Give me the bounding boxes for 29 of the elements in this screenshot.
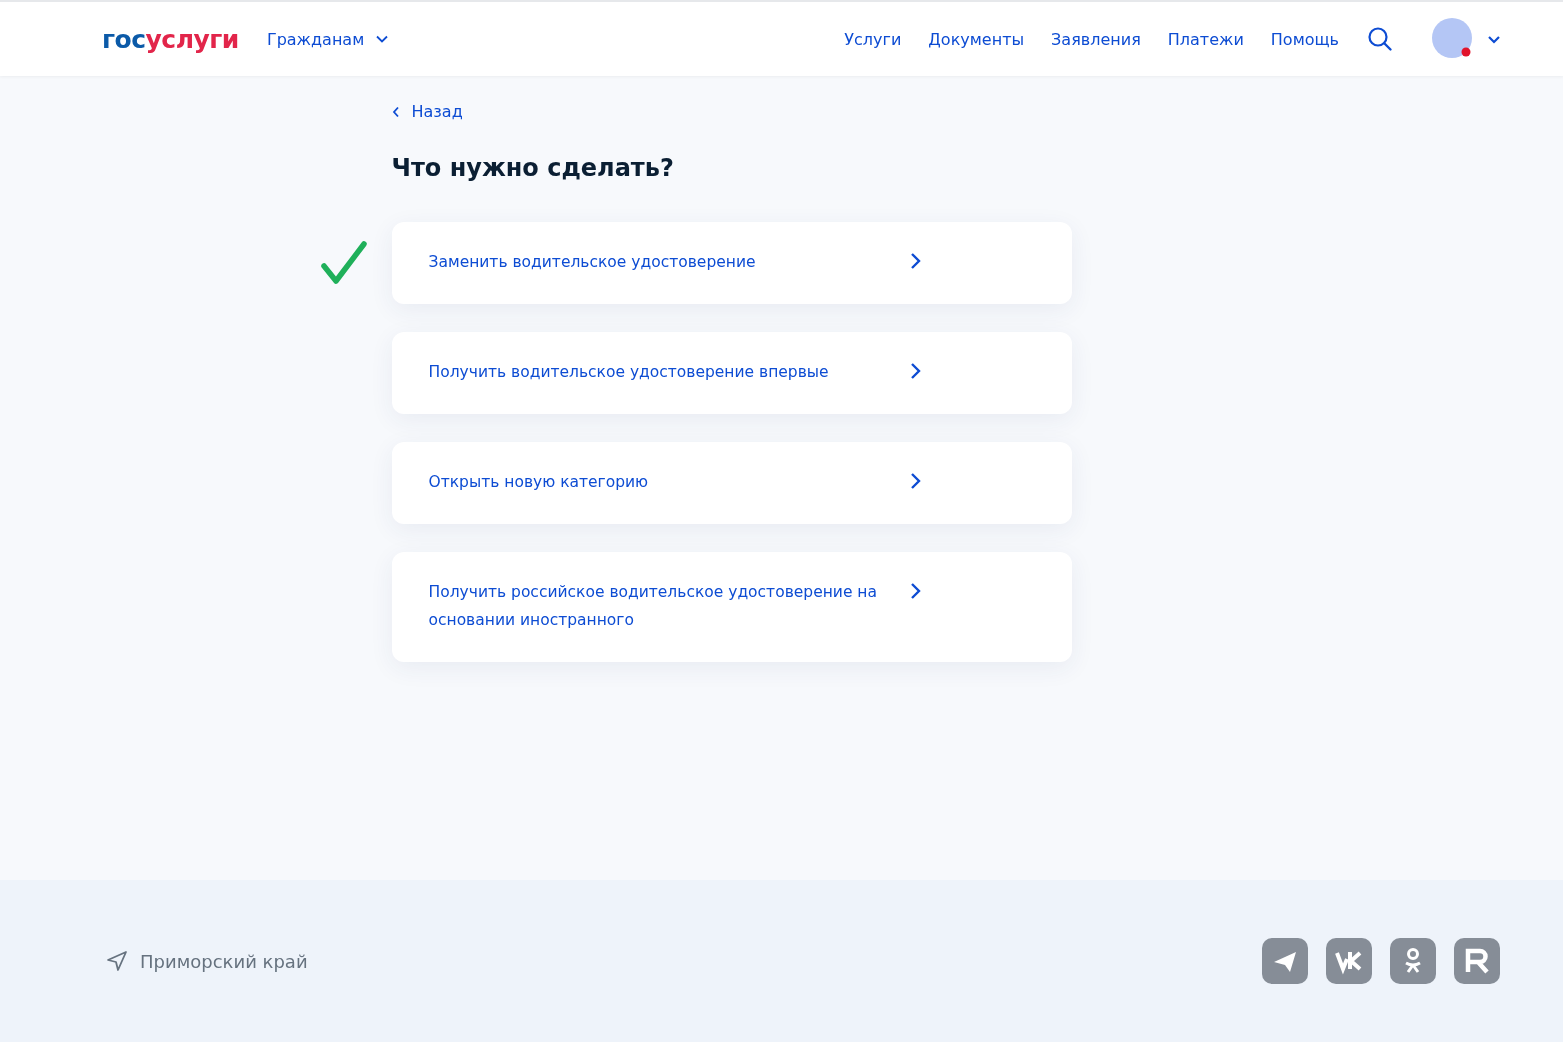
back-link[interactable]: Назад bbox=[391, 102, 463, 121]
avatar[interactable] bbox=[1431, 17, 1475, 61]
vk-icon[interactable] bbox=[1326, 938, 1372, 984]
back-label: Назад bbox=[411, 102, 463, 121]
option-card[interactable]: Открыть новую категорию bbox=[391, 441, 1072, 524]
chevron-left-icon bbox=[391, 105, 400, 118]
region-link[interactable]: Приморский край bbox=[140, 950, 308, 972]
option-card[interactable]: Получить российское водительское удостоверение на основании иностранного bbox=[391, 551, 1072, 662]
location-arrow-icon bbox=[106, 950, 128, 972]
audience-menu[interactable]: Гражданам bbox=[266, 29, 389, 49]
rutube-icon[interactable] bbox=[1454, 938, 1500, 984]
nav-link[interactable]: Услуги bbox=[844, 29, 902, 49]
chevron-right-icon bbox=[908, 361, 921, 380]
nav-link[interactable]: Помощь bbox=[1270, 29, 1339, 49]
search-icon[interactable] bbox=[1367, 26, 1393, 52]
chevron-right-icon bbox=[908, 581, 921, 600]
chevron-right-icon bbox=[908, 251, 921, 270]
page-title: Что нужно сделать? bbox=[391, 153, 675, 182]
logo[interactable]: госуслуги bbox=[102, 24, 239, 54]
option-card[interactable]: Получить водительское удостоверение впервые bbox=[391, 331, 1072, 414]
person-icon[interactable] bbox=[1390, 938, 1436, 984]
nav-link[interactable]: Заявления bbox=[1051, 29, 1141, 49]
paper-plane-icon[interactable] bbox=[1262, 938, 1308, 984]
chevron-down-icon[interactable] bbox=[1487, 34, 1501, 44]
chevron-right-icon bbox=[908, 471, 921, 490]
nav-link[interactable]: Платежи bbox=[1167, 29, 1244, 49]
option-card[interactable]: Заменить водительское удостоверение bbox=[391, 221, 1072, 304]
chevron-down-icon bbox=[376, 35, 389, 43]
nav-link[interactable]: Документы bbox=[928, 29, 1025, 49]
